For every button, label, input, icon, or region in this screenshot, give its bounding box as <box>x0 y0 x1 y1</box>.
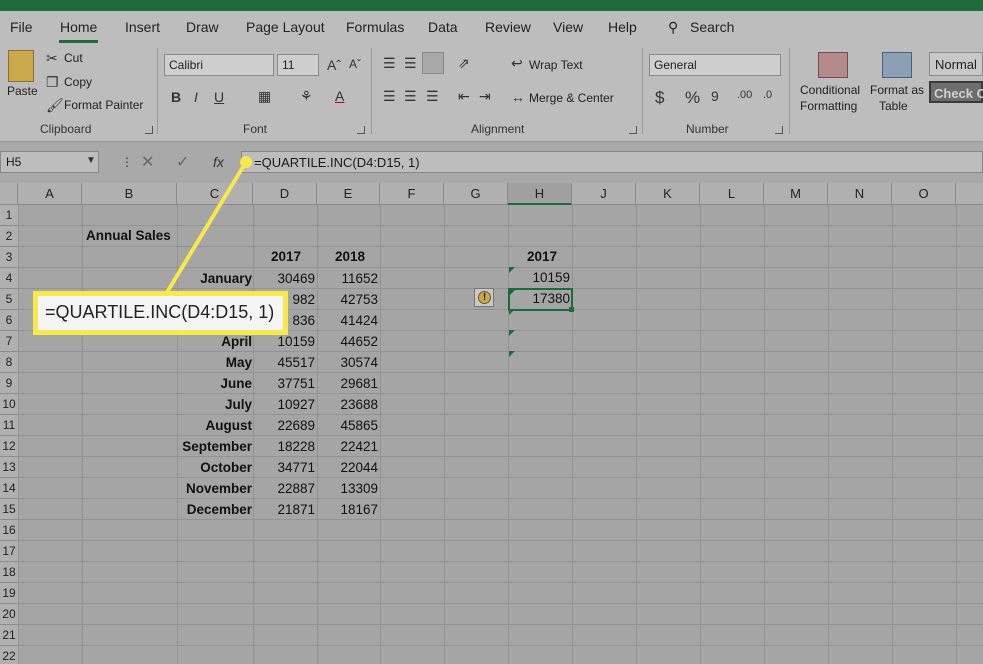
callout-pointer-line <box>164 160 248 296</box>
callout-pointer-dot <box>240 156 252 168</box>
callout-text: =QUARTILE.INC(D4:D15, 1) <box>45 302 275 322</box>
formula-callout: =QUARTILE.INC(D4:D15, 1) <box>33 291 288 335</box>
